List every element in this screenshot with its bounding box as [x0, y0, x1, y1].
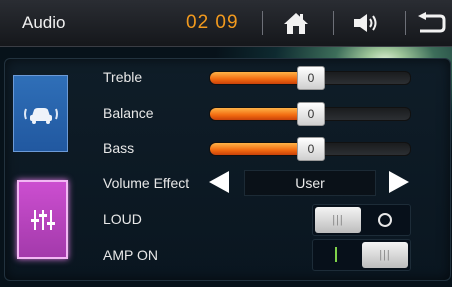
- volume-button[interactable]: [350, 8, 384, 38]
- divider: [405, 11, 406, 35]
- treble-slider[interactable]: 0: [209, 66, 411, 90]
- amp-on-label: AMP ON: [103, 247, 158, 263]
- loud-label: LOUD: [103, 211, 142, 227]
- bass-label: Bass: [103, 140, 135, 156]
- clock: 02 09: [186, 12, 239, 33]
- divider: [333, 11, 334, 35]
- treble-label: Treble: [103, 69, 143, 85]
- volume-effect-next-button[interactable]: [389, 171, 409, 193]
- car-surround-tab[interactable]: [13, 75, 68, 152]
- amp-on-toggle[interactable]: |||: [312, 239, 411, 271]
- speaker-icon: [354, 14, 377, 32]
- volume-effect-prev-button[interactable]: [209, 171, 229, 193]
- treble-slider-knob[interactable]: 0: [297, 66, 325, 90]
- treble-slider-fill: [210, 72, 310, 84]
- balance-slider-knob[interactable]: 0: [297, 102, 325, 126]
- car-icon: [23, 107, 58, 124]
- audio-screen: Audio 02 09 Treble 0 Balance 0 Bass 0 Vo…: [0, 0, 452, 287]
- bass-slider[interactable]: 0: [209, 137, 411, 161]
- balance-slider-fill: [210, 108, 310, 120]
- equalizer-tab[interactable]: [17, 180, 68, 259]
- volume-effect-value: User: [244, 170, 376, 196]
- bass-slider-knob[interactable]: 0: [297, 137, 325, 161]
- back-button[interactable]: [414, 8, 448, 38]
- page-title: Audio: [22, 13, 66, 32]
- on-icon: [335, 247, 337, 262]
- back-icon: [418, 12, 446, 33]
- bass-slider-fill: [210, 143, 310, 155]
- loud-toggle[interactable]: |||: [312, 204, 411, 236]
- balance-slider[interactable]: 0: [209, 102, 411, 126]
- home-button[interactable]: [279, 8, 313, 38]
- balance-label: Balance: [103, 105, 154, 121]
- equalizer-icon: [30, 209, 55, 230]
- divider: [262, 11, 263, 35]
- top-bar: Audio 02 09: [0, 0, 452, 47]
- home-icon: [284, 13, 308, 34]
- volume-effect-label: Volume Effect: [103, 175, 190, 191]
- off-icon: [378, 213, 392, 227]
- loud-toggle-thumb: |||: [315, 207, 361, 233]
- amp-on-toggle-thumb: |||: [362, 242, 408, 268]
